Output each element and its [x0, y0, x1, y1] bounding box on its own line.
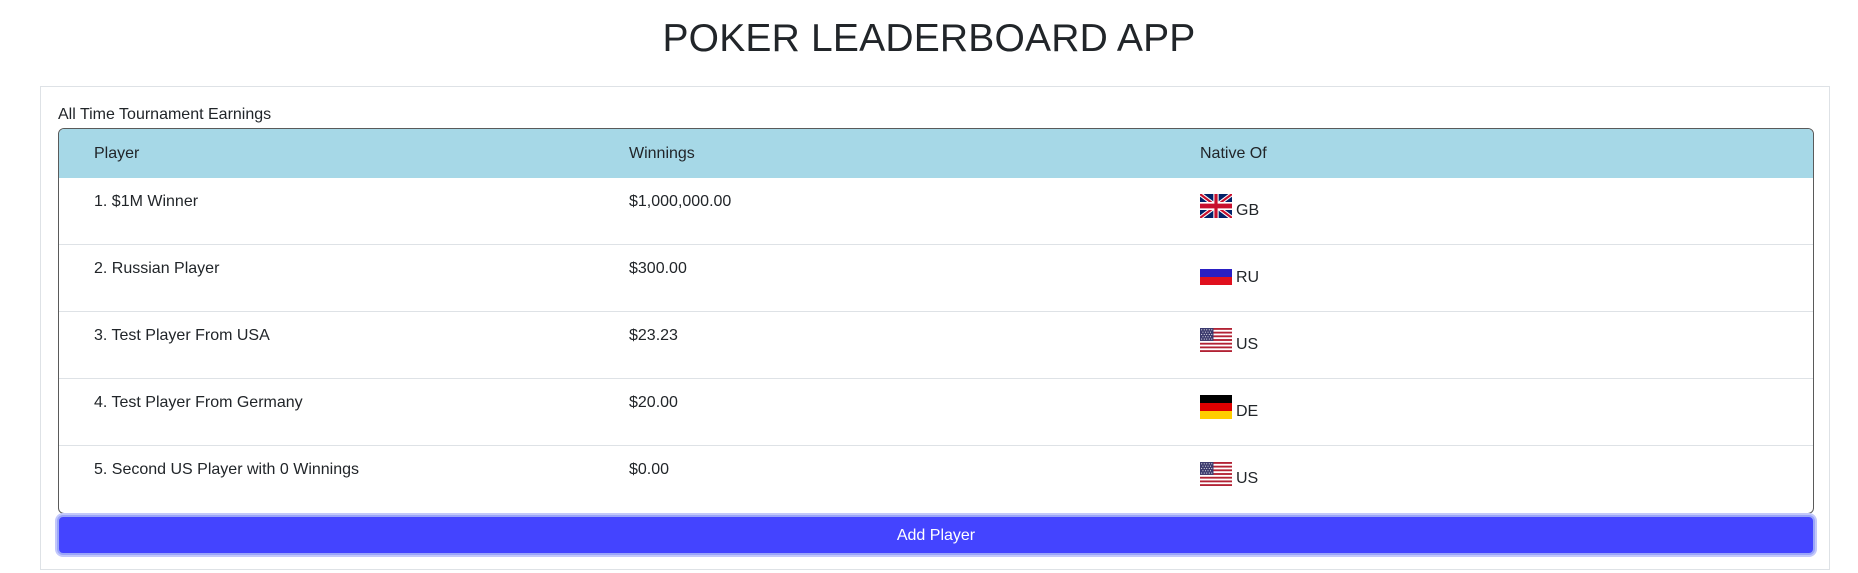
column-header-native-of: Native Of — [1200, 144, 1267, 162]
country-code: US — [1236, 470, 1259, 487]
leaderboard-card: All Time Tournament Earnings Player Winn… — [40, 86, 1830, 570]
player-name: 5. Second US Player with 0 Winnings — [94, 461, 360, 478]
add-player-button[interactable]: Add Player — [57, 515, 1815, 555]
player-winnings: $20.00 — [629, 394, 678, 411]
player-winnings: $0.00 — [629, 461, 670, 478]
player-winnings: $300.00 — [629, 260, 687, 277]
player-name: 1. $1M Winner — [94, 193, 199, 210]
player-country: US — [1200, 312, 1813, 378]
table-caption: All Time Tournament Earnings — [58, 106, 272, 123]
table-row: 2. Russian Player $300.00 RU — [59, 245, 1813, 312]
usa-flag-icon — [1200, 328, 1232, 352]
table-row: 3. Test Player From USA $23.23 US — [59, 312, 1813, 379]
russia-flag-icon — [1200, 261, 1232, 285]
table-row: 4. Test Player From Germany $20.00 DE — [59, 379, 1813, 446]
table-row: 1. $1M Winner $1,000,000.00 GB — [59, 178, 1813, 245]
table-header: Player Winnings Native Of — [59, 129, 1813, 178]
app-title: POKER LEADERBOARD APP — [662, 17, 1196, 60]
player-name: 2. Russian Player — [94, 260, 220, 277]
column-header-player: Player — [94, 144, 140, 162]
country-code: DE — [1236, 403, 1259, 420]
uk-flag-icon — [1200, 194, 1232, 218]
player-winnings: $23.23 — [629, 327, 678, 344]
country-code: GB — [1236, 202, 1260, 219]
table-row: 5. Second US Player with 0 Winnings $0.0… — [59, 446, 1813, 513]
player-name: 3. Test Player From USA — [94, 327, 270, 344]
usa-flag-icon — [1200, 462, 1232, 486]
player-winnings: $1,000,000.00 — [629, 193, 732, 210]
player-country: GB — [1200, 178, 1813, 244]
player-country: RU — [1200, 245, 1813, 311]
column-header-winnings: Winnings — [629, 144, 695, 162]
germany-flag-icon — [1200, 395, 1232, 419]
player-name: 4. Test Player From Germany — [94, 394, 303, 411]
leaderboard-table: Player Winnings Native Of 1. $1M Winner … — [58, 128, 1814, 514]
country-code: RU — [1236, 269, 1260, 286]
country-code: US — [1236, 336, 1259, 353]
player-country: US — [1200, 446, 1813, 513]
player-country: DE — [1200, 379, 1813, 445]
